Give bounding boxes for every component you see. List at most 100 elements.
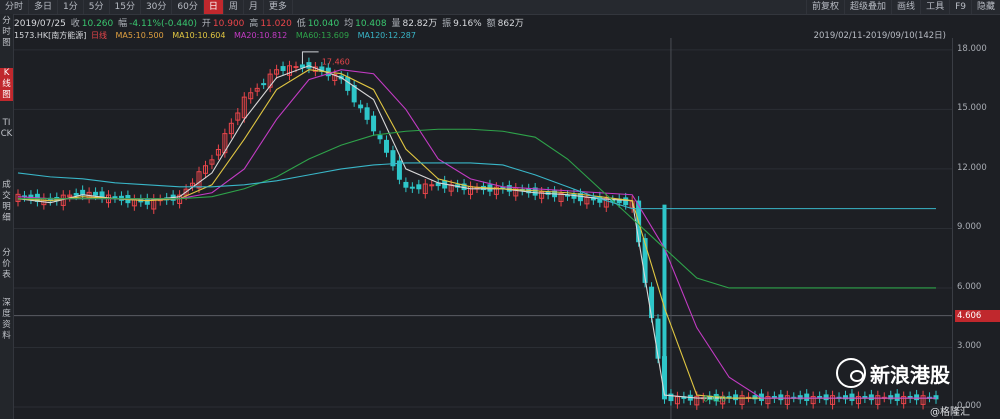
candle-body [261,83,267,86]
change-value: -4.11%(-0.440) [129,19,198,29]
candle-body [280,66,286,72]
toolbar-right: 前复权 超级叠加 画线 工具 F9 隐藏 [806,0,1000,14]
quote-date: 2019/07/25 [14,19,66,29]
current-price-badge: 4.606 [955,309,1000,322]
tab-7[interactable]: 日 [203,0,224,14]
sidebar-item-label: 成交明细 [2,180,11,223]
low-value: 10.040 [307,19,340,29]
candle-body [377,135,383,140]
candle-body [429,184,435,187]
candle-body [73,193,79,196]
toolbar-button-0[interactable]: 前复权 [806,0,844,14]
watermark: 新浪港股 [836,358,950,388]
candle-body [655,318,661,359]
sidebar-item-label: 分价表 [2,248,11,280]
change-label: 幅 [118,19,128,29]
y-tick-label: 3.000 [957,341,982,352]
candle-body [351,85,357,103]
candle-body [371,115,377,132]
sidebar-item-3[interactable]: 成交明细 [0,180,13,224]
avg-label: 均 [344,19,354,29]
amp-label: 振 [442,19,452,29]
y-tick-label: 15.000 [957,103,987,114]
ma-line-0 [17,65,936,399]
y-tick-label: 18.000 [957,43,987,54]
sidebar-item-label: 分时图 [2,16,11,48]
high-annotation: 17.460 [322,58,350,67]
period-tabs: 分时 多日 1分 5分 15分 30分 60分日周月更多 [0,0,293,14]
tab-3[interactable]: 5分 [84,0,110,14]
close-label: 收 [70,19,80,29]
ma-line-2 [17,69,936,399]
tab-8[interactable]: 周 [224,0,244,14]
y-tick-label: 9.000 [957,222,982,233]
tab-10[interactable]: 更多 [264,0,293,14]
tab-5[interactable]: 30分 [141,0,173,14]
toolbar-button-2[interactable]: 画线 [891,0,920,14]
toolbar-button-4[interactable]: F9 [949,0,971,14]
candle-body [778,394,784,401]
candle-body [868,394,874,401]
high-label: 高 [249,19,259,29]
candle-body [649,286,655,319]
close-value: 10.260 [81,19,114,29]
sidebar-item-0[interactable]: 分时图 [0,16,13,49]
candle-body [358,104,364,109]
avg-value: 10.408 [355,19,387,29]
tab-6[interactable]: 60分 [172,0,204,14]
sidebar-item-1[interactable]: K线图 [0,68,13,101]
credit-text: @格隆汇 [930,407,970,418]
candle-body [733,394,739,401]
candle-body [823,394,829,401]
y-tick-label: 6.000 [957,281,982,292]
high-value: 11.020 [260,19,292,29]
sidebar-item-2[interactable]: TICK [0,118,13,140]
candle-body [804,393,810,401]
candle-body [345,76,351,91]
kline-chart[interactable]: 17.460 0.420 [14,38,952,419]
wechat-icon [836,358,866,388]
candle-body [364,107,370,120]
tab-9[interactable]: 月 [244,0,264,14]
candle-body [383,139,389,153]
candle-body [93,191,99,196]
sidebar: 分时图 K线图 TICK 成交明细分价表深度资料 [0,14,14,419]
watermark-text: 新浪港股 [870,362,950,387]
candle-body [403,181,409,188]
sidebar-item-label: 深度资料 [2,298,11,341]
tab-2[interactable]: 1分 [58,0,84,14]
low-label: 低 [296,19,306,29]
sidebar-item-4[interactable]: 分价表 [0,248,13,281]
price-axis: 4.606 18.000 15.000 12.000 9.000 6.000 3.000 0… [952,38,1000,419]
low-annotation: 0.420 [703,395,726,404]
toolbar: 分时 多日 1分 5分 15分 30分 60分日周月更多 前复权 超级叠加 画线 工具 F9 隐藏 [0,0,1000,15]
candle-body [293,66,299,69]
high-marker [301,51,319,64]
toolbar-button-1[interactable]: 超级叠加 [844,0,891,14]
candle-body [409,186,415,189]
candle-body [623,197,629,206]
crash-candle [662,204,667,396]
tab-4[interactable]: 15分 [110,0,141,14]
candle-body [894,393,900,401]
y-tick-label: 12.000 [957,162,987,173]
toolbar-button-5[interactable]: 隐藏 [970,0,1000,14]
candle-body [144,198,150,205]
candle-body [112,196,118,199]
toolbar-button-3[interactable]: 工具 [920,0,949,14]
vol-label: 量 [391,19,401,29]
sidebar-item-5[interactable]: 深度资料 [0,298,13,342]
amt-value: 862万 [497,19,524,29]
open-value: 10.900 [212,19,245,29]
vol-value: 82.82万 [402,19,438,29]
ma-line-1 [17,69,936,399]
sidebar-item-label: TICK [0,118,13,139]
candle-body [416,184,422,190]
open-label: 开 [201,19,211,29]
quote-bar: 2019/07/25 收 10.260 幅 -4.11%(-0.440) 开 10.9… [14,16,526,29]
candle-body [914,394,920,401]
candle-body [849,393,855,401]
candle-body [506,185,512,192]
tab-0[interactable]: 分时 [0,0,30,14]
tab-1[interactable]: 多日 [29,0,59,14]
